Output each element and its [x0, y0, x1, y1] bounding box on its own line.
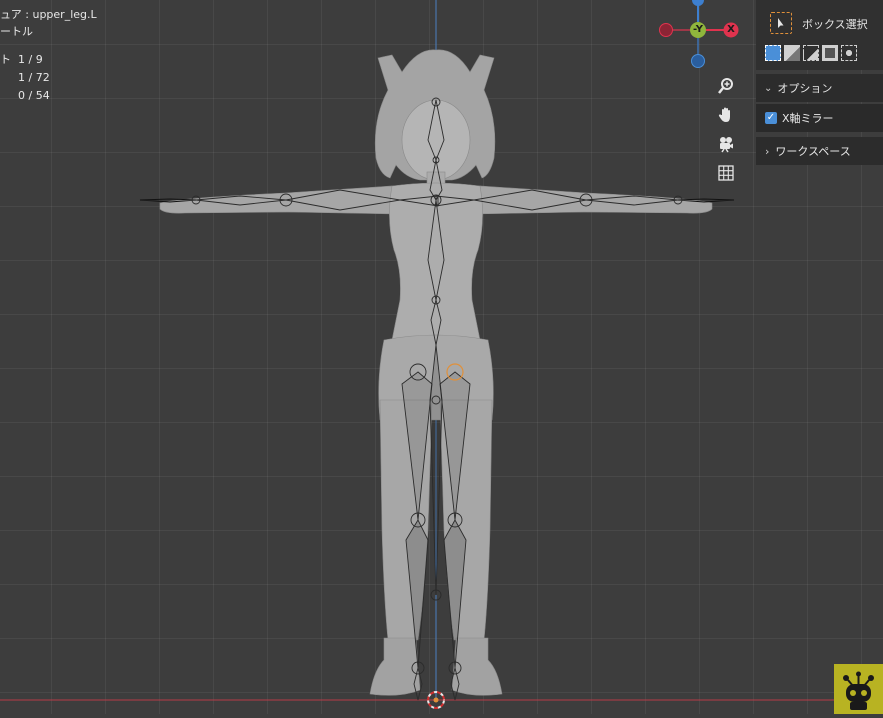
navigation-gizmo[interactable]	[0, 0, 883, 80]
selection-mode-group	[765, 45, 857, 61]
grid-icon	[718, 165, 734, 181]
x-mirror-row: ✓ X軸ミラー	[756, 104, 883, 132]
gizmo-y-label: -Y	[693, 24, 703, 35]
select-extend-mode-icon[interactable]	[784, 45, 800, 61]
addon-logo	[834, 664, 883, 714]
camera-icon	[720, 137, 733, 153]
scene-canvas[interactable]	[0, 0, 883, 714]
select-new-mode-icon[interactable]	[765, 45, 781, 61]
camera-view-button[interactable]	[712, 130, 740, 158]
gizmo-x-label: X	[727, 24, 735, 35]
workspace-header-label: ワークスペース	[775, 145, 851, 158]
cursor-arrow-icon	[778, 18, 784, 28]
x-mirror-label[interactable]: X軸ミラー	[782, 110, 834, 126]
zoom-icon	[718, 78, 733, 94]
options-header-label: オプション	[777, 82, 833, 95]
select-subtract-mode-icon[interactable]	[803, 45, 819, 61]
chevron-down-icon: ⌄	[764, 82, 773, 94]
gizmo-x-negative	[659, 23, 673, 37]
workspace-panel-header[interactable]: › ワークスペース	[756, 137, 883, 165]
robot-logo-icon	[843, 671, 874, 710]
gizmo-z-top	[692, 0, 704, 6]
chevron-right-icon: ›	[765, 144, 770, 158]
select-invert-mode-icon[interactable]	[822, 45, 838, 61]
pan-hand-icon	[718, 107, 730, 122]
gizmo-z-negative	[691, 54, 705, 68]
stats-value-3: 0 / 54	[18, 89, 50, 102]
3d-viewport[interactable]: ... ュア : upper_leg.L ートル ト 1 / 9 1 / 72 …	[0, 0, 883, 714]
pan-button[interactable]	[712, 101, 740, 129]
orthographic-toggle-button[interactable]	[712, 159, 740, 187]
zoom-button[interactable]	[712, 72, 740, 100]
x-mirror-checkbox[interactable]: ✓	[765, 112, 777, 124]
box-select-tool-button[interactable]	[770, 12, 792, 34]
options-panel-header[interactable]: ⌄ オプション	[756, 74, 883, 102]
active-tool-label: ボックス選択	[802, 18, 868, 31]
select-intersect-mode-icon[interactable]	[841, 45, 857, 61]
